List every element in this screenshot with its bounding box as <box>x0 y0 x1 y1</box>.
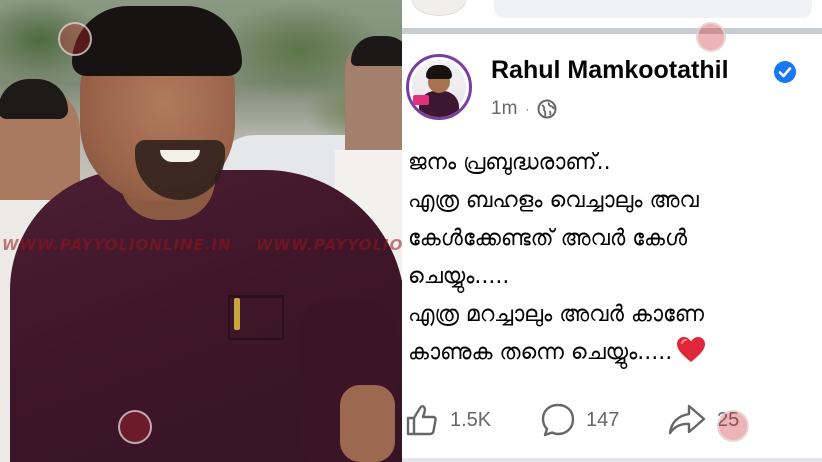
verified-badge-icon <box>774 61 796 83</box>
like-button[interactable]: 1.5K <box>404 398 491 442</box>
post-text-line: കാണുക തന്നെ ചെയ്യും..... <box>408 340 673 365</box>
news-photo: WWW.PAYYOLIONLINE.IN WWW.PAYYOLIONLINE.I… <box>0 0 402 462</box>
previous-avatar <box>412 0 466 16</box>
post-body: ജനം പ്രബുദ്ധരാണ്.. എത്ര ബഹളം വെച്ചാലും അ… <box>408 144 822 372</box>
previous-comment-bar <box>494 0 812 18</box>
post-text-line: കേൾക്കേണ്ടത് അവർ കേൾ <box>408 226 688 251</box>
watermark-text: WWW.PAYYOLIONLINE.IN <box>256 236 402 254</box>
globe-icon[interactable] <box>537 99 557 119</box>
comment-count: 147 <box>586 408 620 431</box>
author-name[interactable]: Rahul Mamkootathil <box>491 56 729 85</box>
post-meta: 1m · <box>491 96 557 122</box>
author-avatar[interactable] <box>406 54 472 120</box>
post-actions: 1.5K 147 25 <box>402 398 822 442</box>
post-text-line: എത്ര മറച്ചാലും അവർ കാണേ <box>408 302 704 327</box>
share-icon <box>668 404 706 435</box>
meta-separator: · <box>525 102 530 116</box>
payyoli-logo-icon <box>696 22 726 52</box>
heart-icon <box>676 336 706 363</box>
like-icon <box>406 405 437 436</box>
watermark-text: WWW.PAYYOLIONLINE.IN <box>2 236 232 254</box>
person-hand <box>340 385 395 462</box>
previous-post-strip <box>402 0 822 24</box>
pen-in-pocket <box>234 298 240 330</box>
payyoli-logo-icon <box>717 410 749 442</box>
post-timestamp[interactable]: 1m <box>491 98 517 120</box>
post-text-line-last: കാണുക തന്നെ ചെയ്യും..... <box>408 334 822 372</box>
person-smile <box>160 150 200 162</box>
like-count: 1.5K <box>450 408 492 431</box>
payyoli-logo-icon <box>118 410 152 444</box>
post-text-line: എത്ര ബഹളം വെച്ചാലും അവ <box>408 188 699 213</box>
comment-icon <box>541 403 575 437</box>
facebook-post: Rahul Mamkootathil 1m · ജനം പ്രബുദ്ധരാണ്… <box>402 0 822 462</box>
post-bottom-border <box>402 458 822 462</box>
post-divider <box>402 28 822 34</box>
post-text-line: ജനം പ്രബുദ്ധരാണ്.. <box>408 150 611 175</box>
post-text-line: ചെയ്യും..... <box>408 264 510 289</box>
comment-button[interactable]: 147 <box>540 398 619 442</box>
payyoli-logo-icon <box>58 22 92 56</box>
person-hair <box>72 6 242 76</box>
